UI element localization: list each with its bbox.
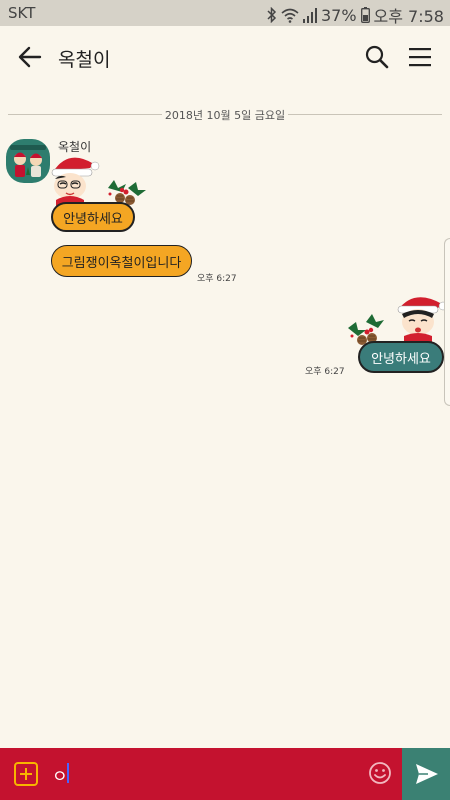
text-caret bbox=[67, 763, 69, 783]
chat-header: 옥철이 bbox=[0, 26, 450, 88]
bluetooth-icon bbox=[267, 7, 277, 23]
sticker-caption: 안녕하세요 bbox=[358, 341, 444, 373]
sticker-caption: 안녕하세요 bbox=[51, 202, 135, 232]
incoming-sticker[interactable]: 안녕하세요 bbox=[50, 154, 150, 236]
status-icons: 37% 오후 7:58 bbox=[267, 3, 444, 27]
send-button[interactable] bbox=[402, 748, 450, 800]
send-icon bbox=[416, 764, 438, 784]
add-attachment-button[interactable] bbox=[14, 762, 38, 786]
hamburger-menu-icon bbox=[409, 48, 431, 67]
status-bar: SKT 37% 오후 7:58 bbox=[0, 0, 450, 26]
arrow-left-icon bbox=[18, 46, 42, 68]
message-time: 오후 6:27 bbox=[197, 274, 237, 284]
back-button[interactable] bbox=[16, 44, 44, 70]
message-input-bar bbox=[0, 748, 450, 800]
search-icon bbox=[365, 45, 389, 69]
clock: 오후 7:58 bbox=[373, 7, 444, 26]
carrier-label: SKT bbox=[8, 4, 36, 22]
message-input[interactable] bbox=[50, 760, 352, 788]
message-time: 오후 6:27 bbox=[305, 367, 345, 377]
search-button[interactable] bbox=[364, 44, 390, 70]
date-divider: 2018년 10월 5일 금요일 bbox=[8, 106, 442, 124]
sender-name: 옥철이 bbox=[58, 140, 92, 154]
battery-percent: 37% bbox=[320, 5, 357, 25]
message-bubble-incoming[interactable]: 그림쟁이옥철이입니다 bbox=[51, 245, 192, 277]
battery-icon bbox=[360, 7, 370, 23]
outgoing-sticker[interactable]: 안녕하세요 bbox=[342, 292, 446, 376]
page-title: 옥철이 bbox=[58, 49, 111, 71]
signal-icon bbox=[302, 7, 317, 23]
smiley-icon bbox=[369, 762, 391, 784]
divider-line bbox=[288, 114, 442, 115]
menu-button[interactable] bbox=[407, 45, 433, 69]
profile-picture-icon bbox=[6, 139, 50, 183]
avatar[interactable] bbox=[6, 139, 50, 183]
wifi-icon bbox=[281, 8, 299, 23]
side-drawer-handle[interactable] bbox=[444, 238, 450, 406]
date-label: 2018년 10월 5일 금요일 bbox=[164, 109, 286, 122]
emoji-button[interactable] bbox=[368, 761, 392, 785]
